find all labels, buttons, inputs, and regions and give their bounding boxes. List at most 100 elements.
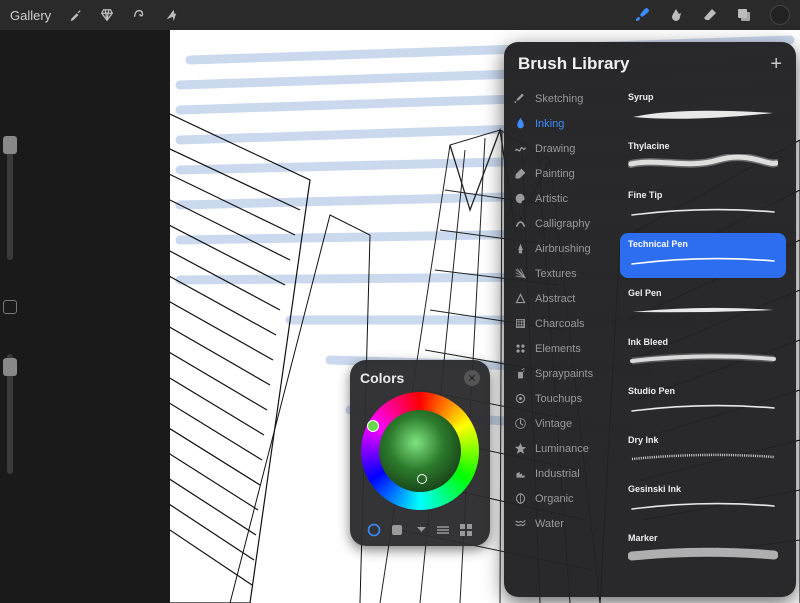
brush-size-slider[interactable] bbox=[7, 140, 13, 260]
brush-category-touchups[interactable]: Touchups bbox=[504, 386, 616, 411]
color-wheel[interactable] bbox=[361, 392, 479, 510]
brush-library-panel: Brush Library + SketchingInkingDrawingPa… bbox=[504, 42, 796, 597]
brush-category-label: Painting bbox=[535, 168, 575, 180]
brush-item-label: Ink Bleed bbox=[628, 337, 778, 347]
brush-category-charcoals[interactable]: Charcoals bbox=[504, 311, 616, 336]
brush-stroke-preview bbox=[628, 497, 778, 515]
abstract-icon bbox=[514, 292, 527, 305]
disc-mode-icon[interactable] bbox=[366, 522, 382, 538]
brush-item-technical-pen[interactable]: Technical Pen bbox=[620, 233, 786, 278]
left-sidebar bbox=[0, 140, 20, 474]
brush-category-luminance[interactable]: Luminance bbox=[504, 436, 616, 461]
texture-icon bbox=[514, 267, 527, 280]
brush-item-dry-ink[interactable]: Dry Ink bbox=[620, 429, 786, 474]
brush-item-label: Studio Pen bbox=[628, 386, 778, 396]
brush-stroke-preview bbox=[628, 448, 778, 466]
brush-item-ink-bleed[interactable]: Ink Bleed bbox=[620, 331, 786, 376]
luminance-icon bbox=[514, 442, 527, 455]
close-icon[interactable]: ✕ bbox=[464, 370, 480, 386]
squiggle-icon bbox=[514, 142, 527, 155]
opacity-slider[interactable] bbox=[7, 354, 13, 474]
color-indicator[interactable] bbox=[417, 474, 427, 484]
brush-item-label: Dry Ink bbox=[628, 435, 778, 445]
brush-category-label: Charcoals bbox=[535, 318, 585, 330]
selection-icon[interactable] bbox=[131, 7, 147, 23]
harmony-mode-icon[interactable] bbox=[412, 522, 428, 538]
brush-category-water[interactable]: Water bbox=[504, 511, 616, 536]
touchup-icon bbox=[514, 392, 527, 405]
eraser-tool-icon[interactable] bbox=[702, 7, 718, 23]
gallery-button[interactable]: Gallery bbox=[10, 8, 51, 23]
brush-category-sketching[interactable]: Sketching bbox=[504, 86, 616, 111]
layers-icon[interactable] bbox=[736, 7, 752, 23]
value-mode-icon[interactable] bbox=[435, 522, 451, 538]
transform-icon[interactable] bbox=[163, 7, 179, 23]
brush-item-marker[interactable]: Marker bbox=[620, 527, 786, 572]
brush-item-label: Gesinski Ink bbox=[628, 484, 778, 494]
brush-item-studio-pen[interactable]: Studio Pen bbox=[620, 380, 786, 425]
brush-stroke-preview bbox=[628, 252, 778, 270]
brush-category-painting[interactable]: Painting bbox=[504, 161, 616, 186]
brush-item-gesinski-ink[interactable]: Gesinski Ink bbox=[620, 478, 786, 523]
hue-indicator[interactable] bbox=[367, 420, 379, 432]
spray-icon bbox=[514, 367, 527, 380]
adjustments-icon[interactable] bbox=[99, 7, 115, 23]
modify-button[interactable] bbox=[3, 300, 17, 314]
calligraphy-icon bbox=[514, 217, 527, 230]
brush-category-label: Textures bbox=[535, 268, 577, 280]
vintage-icon bbox=[514, 417, 527, 430]
brush-item-label: Fine Tip bbox=[628, 190, 778, 200]
colors-title: Colors bbox=[360, 370, 404, 386]
brush-stroke-preview bbox=[628, 399, 778, 417]
brush-category-label: Vintage bbox=[535, 418, 572, 430]
brush-category-calligraphy[interactable]: Calligraphy bbox=[504, 211, 616, 236]
add-brush-button[interactable]: + bbox=[770, 54, 782, 74]
top-toolbar: Gallery bbox=[0, 0, 800, 30]
brush-tool-icon[interactable] bbox=[634, 7, 650, 23]
airbrush-icon bbox=[514, 242, 527, 255]
brush-category-label: Touchups bbox=[535, 393, 582, 405]
brush-stroke-preview bbox=[628, 301, 778, 319]
brush-category-list: Sketching Inking Drawing Painting Artistic Ca… bbox=[504, 84, 616, 597]
brush-stroke-preview bbox=[628, 105, 778, 123]
brush-category-label: Calligraphy bbox=[535, 218, 590, 230]
charcoal-icon bbox=[514, 317, 527, 330]
brush-category-spraypaints[interactable]: Spraypaints bbox=[504, 361, 616, 386]
colors-panel[interactable]: Colors ✕ bbox=[350, 360, 490, 546]
brush-category-label: Water bbox=[535, 518, 564, 530]
brush-item-label: Syrup bbox=[628, 92, 778, 102]
brush-category-label: Drawing bbox=[535, 143, 575, 155]
classic-mode-icon[interactable] bbox=[389, 522, 405, 538]
brush-category-label: Artistic bbox=[535, 193, 568, 205]
brush-stroke-preview bbox=[628, 546, 778, 564]
color-picker-button[interactable] bbox=[770, 5, 790, 25]
palette-mode-icon[interactable] bbox=[458, 522, 474, 538]
brush-item-thylacine[interactable]: Thylacine bbox=[620, 135, 786, 180]
brush-category-artistic[interactable]: Artistic bbox=[504, 186, 616, 211]
brush-category-vintage[interactable]: Vintage bbox=[504, 411, 616, 436]
brush-category-industrial[interactable]: Industrial bbox=[504, 461, 616, 486]
actions-icon[interactable] bbox=[67, 7, 83, 23]
color-mode-tabs bbox=[360, 518, 480, 538]
brush-item-label: Technical Pen bbox=[628, 239, 778, 249]
brush-list: Syrup Thylacine Fine Tip Technical Pen Gel P… bbox=[616, 84, 796, 597]
brush-category-drawing[interactable]: Drawing bbox=[504, 136, 616, 161]
brush-category-label: Organic bbox=[535, 493, 574, 505]
brush-category-inking[interactable]: Inking bbox=[504, 111, 616, 136]
brush-category-textures[interactable]: Textures bbox=[504, 261, 616, 286]
industrial-icon bbox=[514, 467, 527, 480]
brush-stroke-preview bbox=[628, 203, 778, 221]
brush-category-label: Inking bbox=[535, 118, 564, 130]
brush-category-airbrushing[interactable]: Airbrushing bbox=[504, 236, 616, 261]
saturation-disc[interactable] bbox=[379, 410, 461, 492]
paintbrush-icon bbox=[514, 167, 527, 180]
brush-category-abstract[interactable]: Abstract bbox=[504, 286, 616, 311]
smudge-tool-icon[interactable] bbox=[668, 7, 684, 23]
brush-category-organic[interactable]: Organic bbox=[504, 486, 616, 511]
brush-category-elements[interactable]: Elements bbox=[504, 336, 616, 361]
water-icon bbox=[514, 517, 527, 530]
brush-item-gel-pen[interactable]: Gel Pen bbox=[620, 282, 786, 327]
brush-stroke-preview bbox=[628, 350, 778, 368]
brush-item-syrup[interactable]: Syrup bbox=[620, 86, 786, 131]
brush-item-fine-tip[interactable]: Fine Tip bbox=[620, 184, 786, 229]
